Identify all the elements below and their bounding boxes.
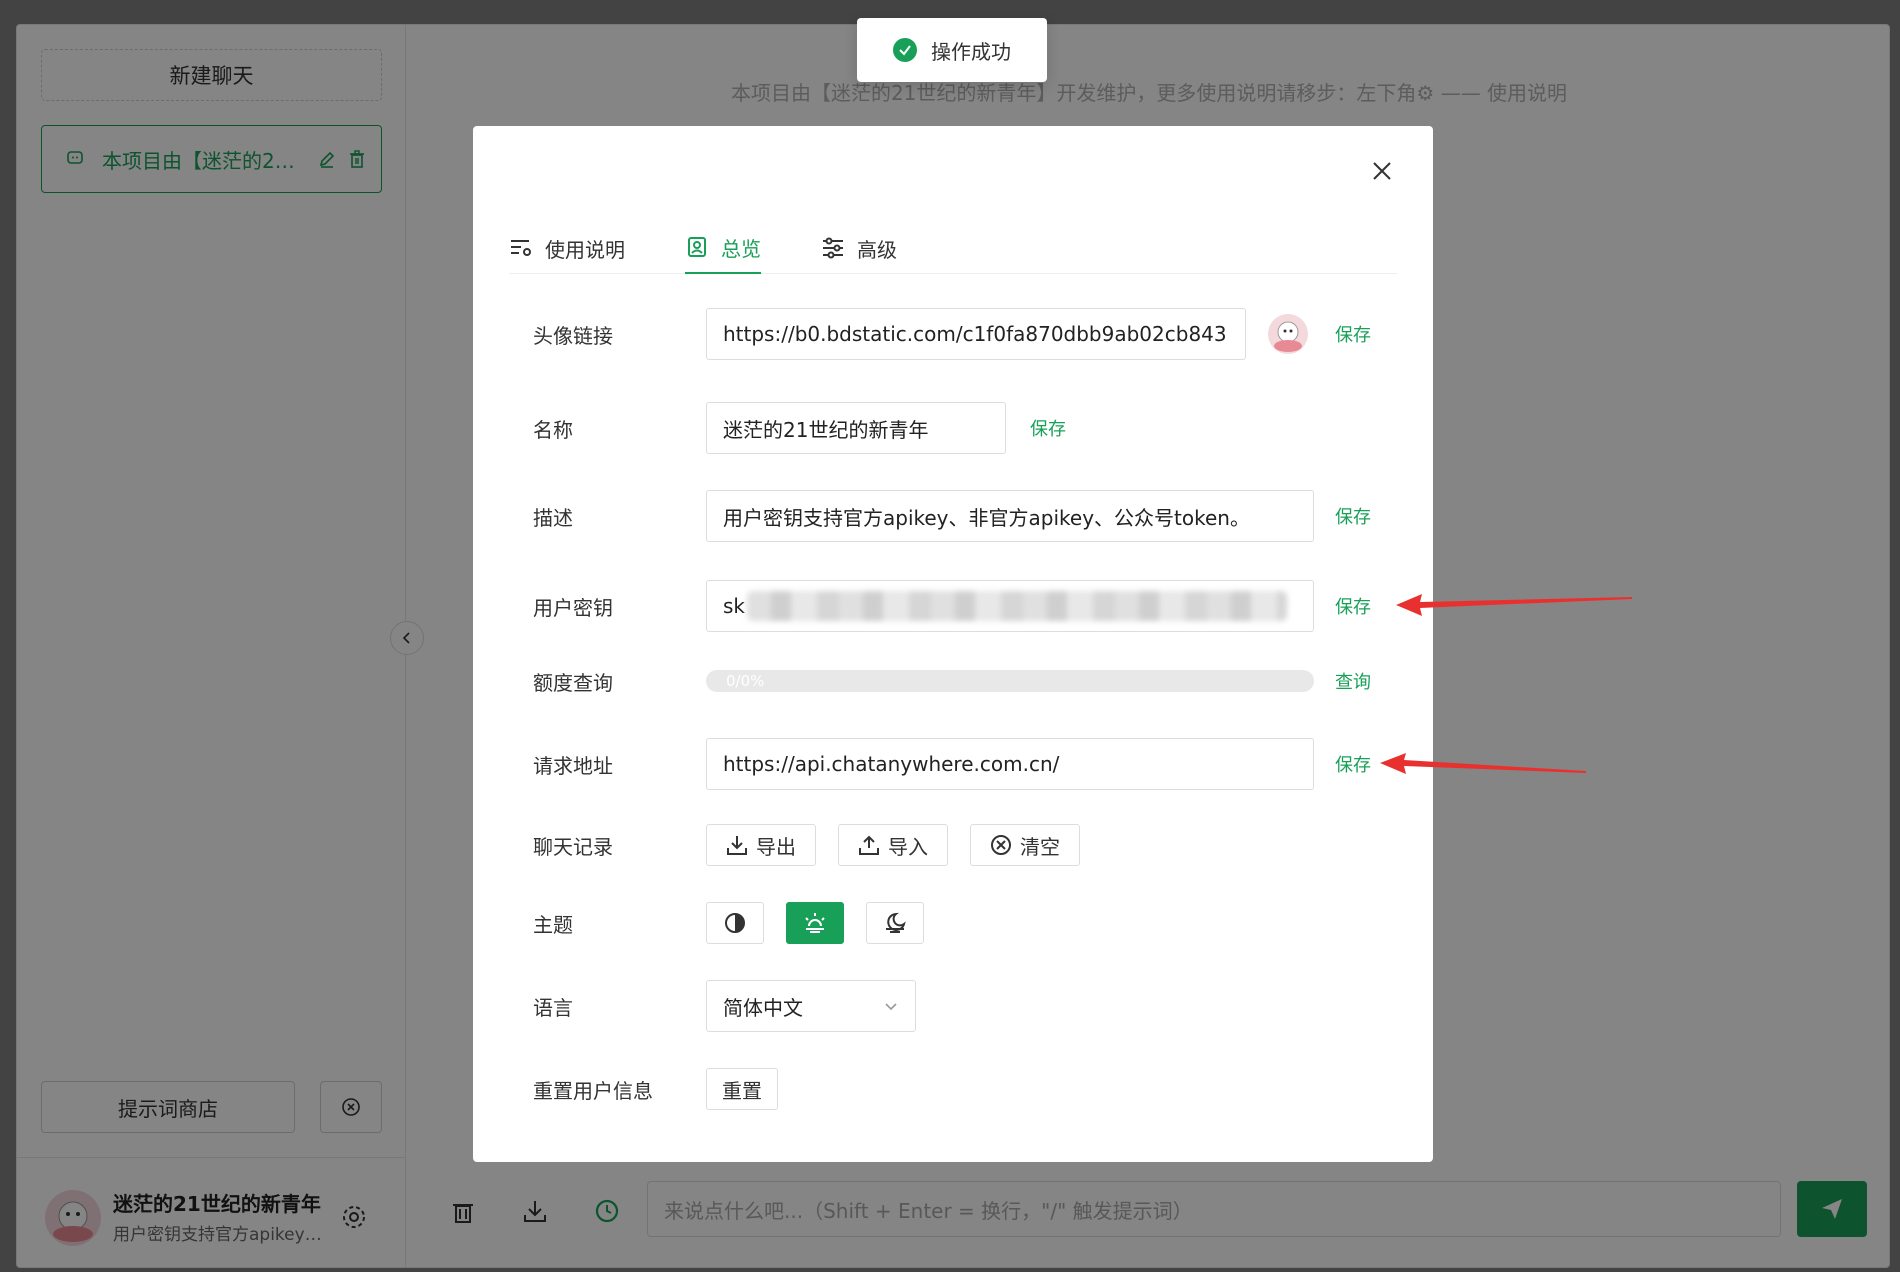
save-avatar-button[interactable]: 保存 — [1335, 321, 1371, 347]
contrast-icon — [725, 913, 745, 933]
settings-tabs: 使用说明 总览 高级 — [509, 222, 1397, 274]
success-toast: 操作成功 — [857, 18, 1047, 82]
base-url-input[interactable]: https://api.chatanywhere.com.cn/ — [706, 738, 1314, 790]
upload-icon — [859, 835, 879, 855]
import-label: 导入 — [888, 834, 928, 859]
description-row: 描述 用户密钥支持官方apikey、非官方apikey、公众号token。 保存 — [533, 490, 1373, 542]
avatar-label: 头像链接 — [533, 323, 613, 348]
tab-usage-guide[interactable]: 使用说明 — [509, 222, 625, 274]
check-circle-icon — [893, 38, 917, 62]
chat-history-label: 聊天记录 — [533, 834, 613, 859]
avatar-preview — [1268, 314, 1308, 354]
chevron-down-icon — [885, 1003, 897, 1011]
name-row: 名称 迷茫的21世纪的新青年 保存 — [533, 402, 1373, 454]
api-key-label: 用户密钥 — [533, 595, 613, 620]
tab-label: 使用说明 — [545, 237, 625, 262]
language-value: 简体中文 — [723, 995, 803, 1020]
language-row: 语言 简体中文 — [533, 980, 1373, 1032]
tab-label: 高级 — [857, 237, 897, 262]
save-api-key-button[interactable]: 保存 — [1335, 593, 1371, 619]
name-label: 名称 — [533, 417, 573, 442]
quota-row: 额度查询 0/0% 查询 — [533, 666, 1373, 696]
clear-label: 清空 — [1020, 834, 1060, 859]
name-input[interactable]: 迷茫的21世纪的新青年 — [706, 402, 1006, 454]
query-quota-button[interactable]: 查询 — [1335, 668, 1371, 694]
export-label: 导出 — [756, 834, 796, 859]
base-url-label: 请求地址 — [533, 753, 613, 778]
reset-label: 重置用户信息 — [533, 1078, 653, 1103]
download-icon — [727, 836, 747, 855]
list-settings-icon — [511, 240, 531, 256]
sun-icon — [805, 913, 825, 933]
annotation-arrow-base-url — [1380, 753, 1586, 774]
redacted-key-blur — [747, 591, 1287, 621]
toast-text: 操作成功 — [931, 39, 1011, 64]
api-key-row: 用户密钥 sk 保存 — [533, 580, 1373, 632]
theme-dark-button[interactable] — [866, 902, 924, 944]
quota-progress-text: 0/0% — [726, 672, 765, 690]
sliders-icon — [823, 237, 843, 259]
clear-button[interactable]: 清空 — [970, 824, 1080, 866]
theme-label: 主题 — [533, 912, 573, 937]
quota-label: 额度查询 — [533, 670, 613, 695]
reset-button[interactable]: 重置 — [706, 1068, 778, 1110]
api-key-input[interactable]: sk — [706, 580, 1314, 632]
theme-auto-button[interactable] — [706, 902, 764, 944]
reset-row: 重置用户信息 重置 — [533, 1068, 1373, 1110]
save-base-url-button[interactable]: 保存 — [1335, 751, 1371, 777]
tab-advanced[interactable]: 高级 — [821, 222, 897, 274]
id-card-icon — [688, 237, 706, 257]
chat-history-row: 聊天记录 导出 导入 清空 — [533, 824, 1373, 866]
import-button[interactable]: 导入 — [838, 824, 948, 866]
language-label: 语言 — [533, 995, 573, 1020]
theme-light-button[interactable] — [786, 902, 844, 944]
theme-row: 主题 — [533, 902, 1373, 944]
moon-icon — [886, 912, 906, 933]
base-url-row: 请求地址 https://api.chatanywhere.com.cn/ 保存 — [533, 738, 1373, 790]
save-name-button[interactable]: 保存 — [1030, 415, 1066, 441]
save-description-button[interactable]: 保存 — [1335, 503, 1371, 529]
tab-overview[interactable]: 总览 — [685, 222, 761, 274]
description-input[interactable]: 用户密钥支持官方apikey、非官方apikey、公众号token。 — [706, 490, 1314, 542]
avatar-url-input[interactable]: https://b0.bdstatic.com/c1f0fa870dbb9ab0… — [706, 308, 1246, 360]
quota-progress-bar: 0/0% — [706, 670, 1314, 692]
language-select[interactable]: 简体中文 — [706, 980, 916, 1032]
close-circle-icon — [991, 835, 1011, 855]
tab-label: 总览 — [721, 236, 761, 261]
api-key-value: sk — [723, 594, 746, 618]
settings-modal: 使用说明 总览 高级 头像链接 https://b0.bdstatic.com/… — [473, 126, 1433, 1162]
close-icon[interactable] — [1367, 156, 1397, 186]
annotation-arrow-api-key — [1396, 594, 1632, 616]
description-label: 描述 — [533, 505, 573, 530]
export-button[interactable]: 导出 — [706, 824, 816, 866]
avatar-row: 头像链接 https://b0.bdstatic.com/c1f0fa870db… — [533, 308, 1373, 360]
